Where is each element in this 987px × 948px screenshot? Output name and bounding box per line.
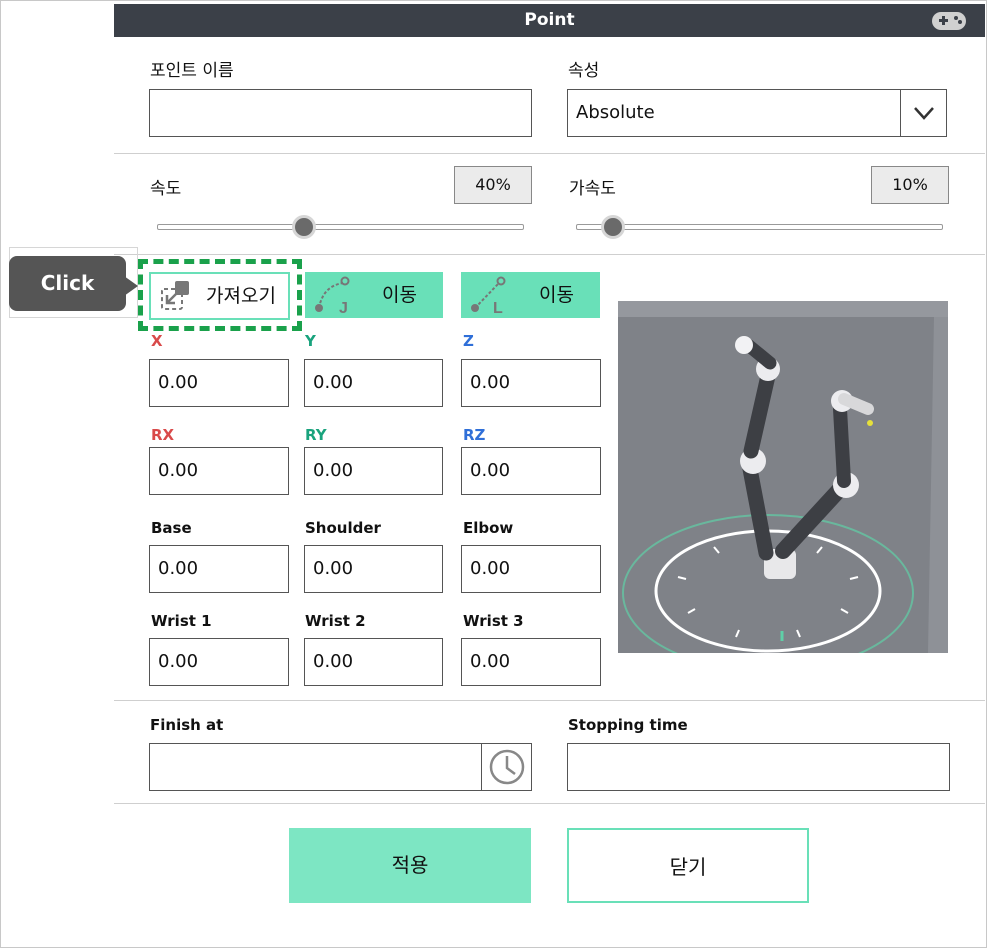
move-j-glyph: J xyxy=(339,300,348,316)
y-input[interactable]: 0.00 xyxy=(304,359,443,407)
wrist2-input[interactable]: 0.00 xyxy=(304,638,443,686)
acceleration-label: 가속도 xyxy=(569,179,616,199)
wrist3-input[interactable]: 0.00 xyxy=(461,638,601,686)
apply-button[interactable]: 적용 xyxy=(289,828,531,903)
move-l-label: 이동 xyxy=(539,284,574,306)
divider xyxy=(114,254,985,255)
base-label: Base xyxy=(151,519,192,537)
clock-icon xyxy=(489,749,525,785)
stopping-time-input[interactable] xyxy=(567,743,950,791)
attribute-label: 속성 xyxy=(568,61,600,81)
chevron-down-icon xyxy=(914,107,934,120)
x-label: X xyxy=(151,332,163,350)
z-label: Z xyxy=(463,332,474,350)
gamepad-icon[interactable] xyxy=(931,9,967,33)
move-j-label: 이동 xyxy=(382,284,417,306)
move-j-button[interactable]: J 이동 xyxy=(305,272,443,318)
wrist1-input[interactable]: 0.00 xyxy=(149,638,289,686)
time-picker-button[interactable] xyxy=(481,744,531,790)
joint-move-icon: J xyxy=(315,276,350,316)
shoulder-label: Shoulder xyxy=(305,519,381,537)
fetch-button[interactable]: 가져오기 xyxy=(149,272,290,320)
finish-at-label: Finish at xyxy=(150,716,224,734)
wrist2-label: Wrist 2 xyxy=(305,612,366,630)
dialog-title-bar: Point xyxy=(114,4,985,37)
callout-pointer xyxy=(124,276,138,296)
point-name-label: 포인트 이름 xyxy=(150,61,234,81)
attribute-select[interactable]: Absolute xyxy=(567,89,947,137)
speed-label: 속도 xyxy=(150,179,182,199)
divider xyxy=(114,803,985,804)
move-l-glyph: L xyxy=(493,300,503,316)
linear-move-icon: L xyxy=(471,276,506,316)
shoulder-input[interactable]: 0.00 xyxy=(304,545,443,593)
elbow-input[interactable]: 0.00 xyxy=(461,545,601,593)
rx-label: RX xyxy=(151,426,175,444)
rz-input[interactable]: 0.00 xyxy=(461,447,601,495)
ry-input[interactable]: 0.00 xyxy=(304,447,443,495)
speed-value[interactable]: 40% xyxy=(454,166,532,204)
point-name-input[interactable] xyxy=(149,89,532,137)
attribute-selected-value: Absolute xyxy=(576,102,655,123)
fetch-label: 가져오기 xyxy=(206,285,276,307)
y-label: Y xyxy=(305,332,316,350)
wrist1-label: Wrist 1 xyxy=(151,612,212,630)
rx-input[interactable]: 0.00 xyxy=(149,447,289,495)
ry-label: RY xyxy=(305,426,327,444)
robot-arm-illustration xyxy=(618,301,948,653)
base-input[interactable]: 0.00 xyxy=(149,545,289,593)
stopping-time-label: Stopping time xyxy=(568,716,688,734)
finish-at-input[interactable] xyxy=(149,743,532,791)
dialog-title: Point xyxy=(524,10,575,30)
click-callout: Click xyxy=(9,256,126,311)
wrist3-label: Wrist 3 xyxy=(463,612,524,630)
move-l-button[interactable]: L 이동 xyxy=(461,272,600,318)
divider xyxy=(114,700,985,701)
speed-slider-handle[interactable] xyxy=(291,215,316,239)
acceleration-slider-handle[interactable] xyxy=(600,215,625,239)
divider xyxy=(114,153,985,154)
acceleration-value[interactable]: 10% xyxy=(871,166,949,204)
z-input[interactable]: 0.00 xyxy=(461,359,601,407)
close-button[interactable]: 닫기 xyxy=(567,828,809,903)
dropdown-toggle[interactable] xyxy=(900,90,946,136)
robot-3d-viewport[interactable] xyxy=(618,301,948,653)
speed-slider-track[interactable] xyxy=(157,224,524,230)
acceleration-slider-track[interactable] xyxy=(576,224,943,230)
rz-label: RZ xyxy=(463,426,486,444)
elbow-label: Elbow xyxy=(463,519,514,537)
x-input[interactable]: 0.00 xyxy=(149,359,289,407)
import-icon xyxy=(161,281,189,310)
